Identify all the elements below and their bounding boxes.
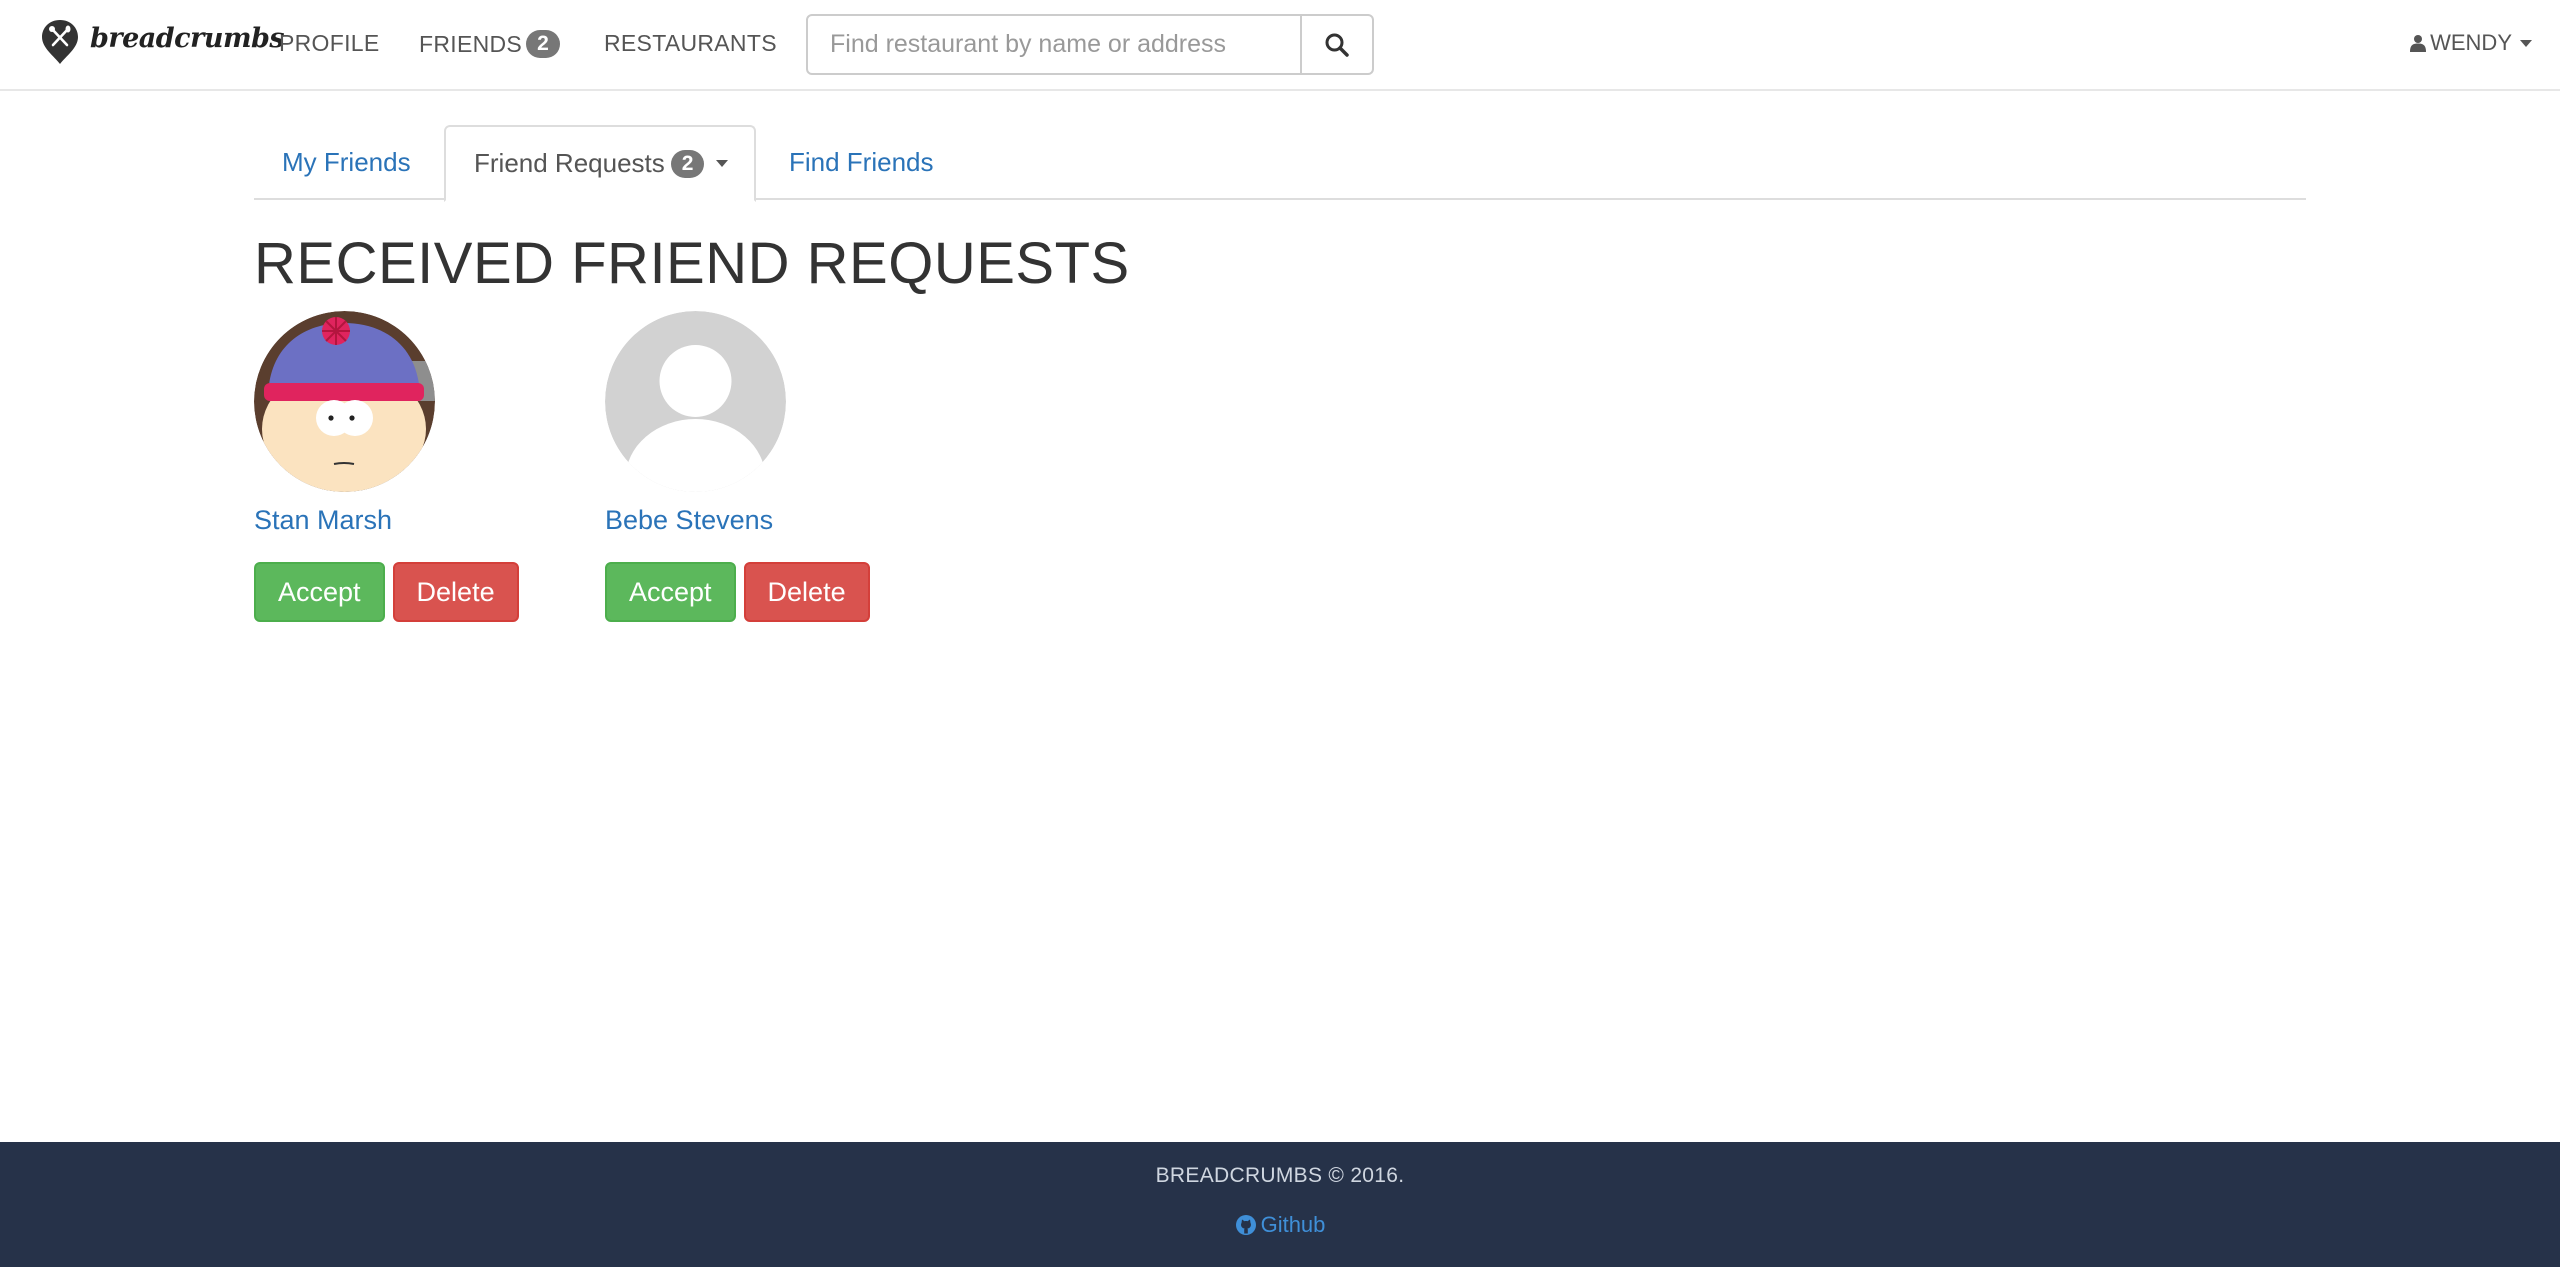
accept-button[interactable]: Accept <box>254 562 385 622</box>
brand[interactable]: breadcrumbs <box>40 18 285 66</box>
request-actions: Accept Delete <box>254 562 554 622</box>
friends-tabs: My Friends Friend Requests 2 Find Friend… <box>254 125 2306 202</box>
brand-logo-icon <box>42 20 78 64</box>
footer: BREADCRUMBS © 2016. Github <box>0 1142 2560 1267</box>
github-icon <box>1235 1215 1256 1235</box>
request-actions: Accept Delete <box>605 562 905 622</box>
user-menu-dropdown[interactable]: WENDY <box>2410 30 2532 56</box>
nav-profile-label: PROFILE <box>279 30 380 56</box>
tab-find-friends-label: Find Friends <box>789 147 934 177</box>
friend-name-link[interactable]: Stan Marsh <box>254 502 554 538</box>
friend-name-link[interactable]: Bebe Stevens <box>605 502 905 538</box>
tab-find-friends[interactable]: Find Friends <box>789 125 934 200</box>
friends-count-badge: 2 <box>526 30 561 58</box>
github-link[interactable]: Github <box>0 1212 2560 1238</box>
chevron-down-icon <box>716 160 729 167</box>
restaurant-search <box>806 14 1374 75</box>
page-title: RECEIVED FRIEND REQUESTS <box>254 231 1130 296</box>
nav-restaurants-label: RESTAURANTS <box>604 30 777 56</box>
friend-request-card: Bebe Stevens Accept Delete <box>605 311 905 622</box>
footer-copyright: BREADCRUMBS © 2016. <box>1155 1164 1405 1187</box>
nav-friends[interactable]: FRIENDS 2 <box>419 30 561 58</box>
delete-button[interactable]: Delete <box>743 562 870 622</box>
friend-requests-count-badge: 2 <box>670 149 705 178</box>
top-navbar: breadcrumbs PROFILE FRIENDS 2 RESTAURANT… <box>0 0 2560 91</box>
tab-friend-requests[interactable]: Friend Requests 2 <box>444 125 757 202</box>
nav-profile[interactable]: PROFILE <box>279 30 380 57</box>
nav-friends-label: FRIENDS <box>419 30 523 57</box>
nav-restaurants[interactable]: RESTAURANTS <box>604 30 777 57</box>
delete-button[interactable]: Delete <box>392 562 519 622</box>
tab-my-friends[interactable]: My Friends <box>282 125 411 200</box>
accept-button[interactable]: Accept <box>605 562 736 622</box>
tab-my-friends-label: My Friends <box>282 147 411 177</box>
tab-friend-requests-label: Friend Requests <box>474 148 665 178</box>
search-input[interactable] <box>806 14 1302 75</box>
avatar[interactable] <box>254 311 435 492</box>
search-button[interactable] <box>1302 14 1374 75</box>
user-icon <box>2410 35 2427 52</box>
github-link-label: Github <box>1260 1212 1326 1237</box>
user-name: WENDY <box>2430 30 2512 55</box>
avatar[interactable] <box>605 311 786 492</box>
search-icon <box>1325 33 1349 57</box>
friend-request-card: Stan Marsh Accept Delete <box>254 311 554 622</box>
brand-name: breadcrumbs <box>90 22 285 54</box>
chevron-down-icon <box>2520 39 2532 47</box>
